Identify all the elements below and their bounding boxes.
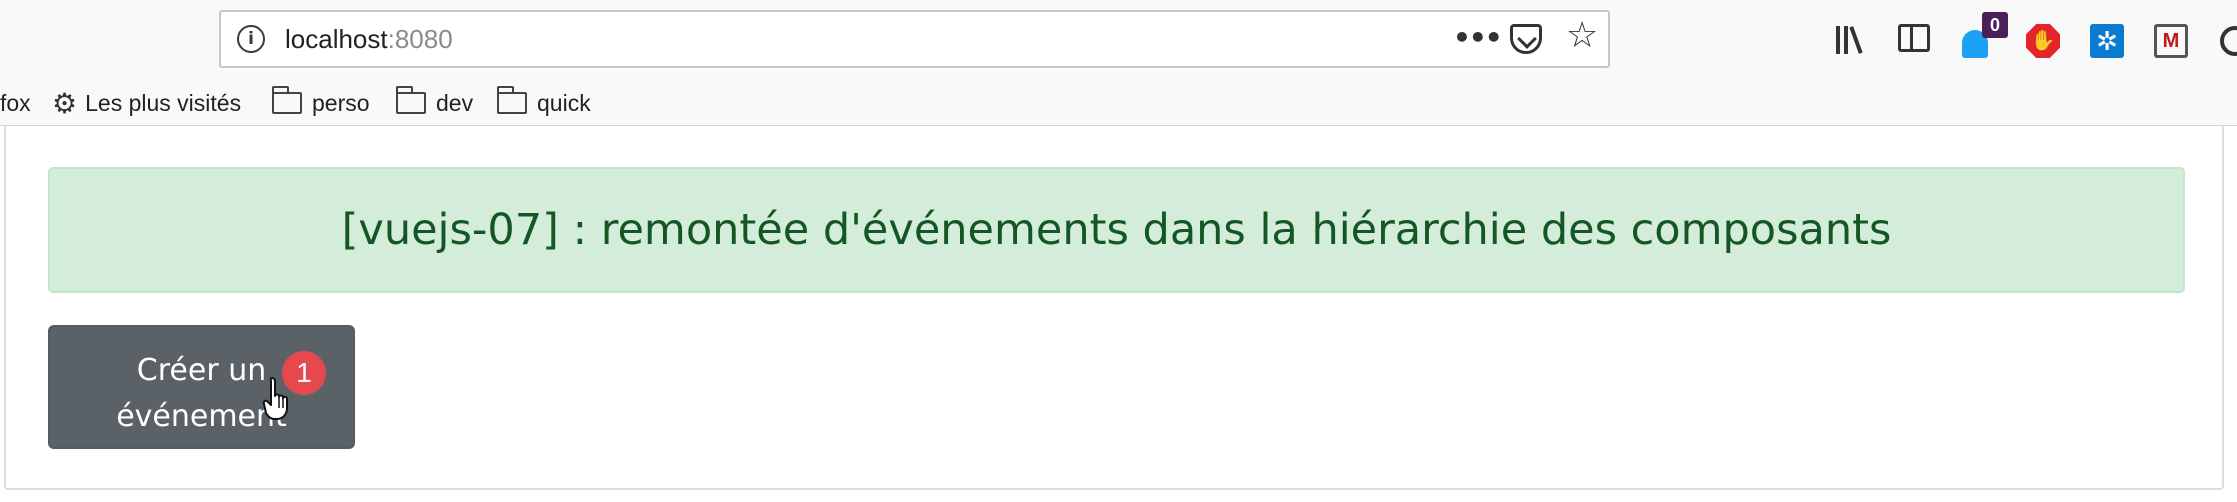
sidebar-icon[interactable] bbox=[1896, 20, 1936, 60]
library-icon[interactable] bbox=[1832, 20, 1872, 60]
bookmark-folder-dev[interactable]: dev bbox=[395, 86, 474, 120]
mcafee-icon[interactable]: M bbox=[2152, 20, 2192, 60]
page-title: [vuejs-07] : remontée d'événements dans … bbox=[341, 205, 1892, 255]
folder-icon bbox=[271, 86, 302, 114]
gear-icon: ⚙ bbox=[52, 88, 78, 119]
bookmark-folder-label: perso bbox=[312, 90, 370, 116]
browser-toolbar: i localhost:8080 ••• ☆ 0 ✋ ✲ M bbox=[0, 0, 2237, 80]
account-icon[interactable] bbox=[2218, 20, 2237, 60]
bookmark-folder-label: quick bbox=[537, 90, 591, 116]
bookmark-most-visited[interactable]: ⚙ Les plus visités bbox=[52, 86, 241, 120]
pocket-icon[interactable] bbox=[1510, 24, 1542, 54]
ellipsis-icon[interactable]: ••• bbox=[1453, 21, 1503, 54]
address-bar[interactable]: i localhost:8080 ••• ☆ bbox=[219, 10, 1610, 68]
adblock-icon[interactable]: ✋ bbox=[2024, 20, 2064, 60]
bookmark-most-visited-label: Les plus visités bbox=[85, 90, 242, 116]
hand-cursor-icon bbox=[262, 377, 288, 420]
url-text[interactable]: localhost:8080 bbox=[285, 24, 453, 55]
folder-icon bbox=[496, 86, 527, 114]
bookmark-folder-perso[interactable]: perso bbox=[271, 86, 370, 120]
ghostery-badge: 0 bbox=[1982, 12, 2008, 38]
site-info-icon[interactable]: i bbox=[237, 25, 265, 53]
title-alert: [vuejs-07] : remontée d'événements dans … bbox=[48, 167, 2185, 293]
star-icon[interactable]: ☆ bbox=[1566, 17, 1598, 53]
folder-icon bbox=[395, 86, 426, 114]
bookmarks-bar: fox ⚙ Les plus visités perso dev quick bbox=[0, 80, 2237, 126]
bookmark-folder-label: dev bbox=[436, 90, 474, 116]
url-host: localhost bbox=[285, 24, 388, 54]
bookmark-folder-quick[interactable]: quick bbox=[496, 86, 591, 120]
url-port: :8080 bbox=[387, 24, 453, 54]
ghostery-icon[interactable]: 0 bbox=[1960, 12, 2008, 60]
extension-icon[interactable]: ✲ bbox=[2088, 20, 2128, 60]
page-content: [vuejs-07] : remontée d'événements dans … bbox=[4, 126, 2224, 490]
bookmark-partial[interactable]: fox bbox=[0, 86, 31, 120]
